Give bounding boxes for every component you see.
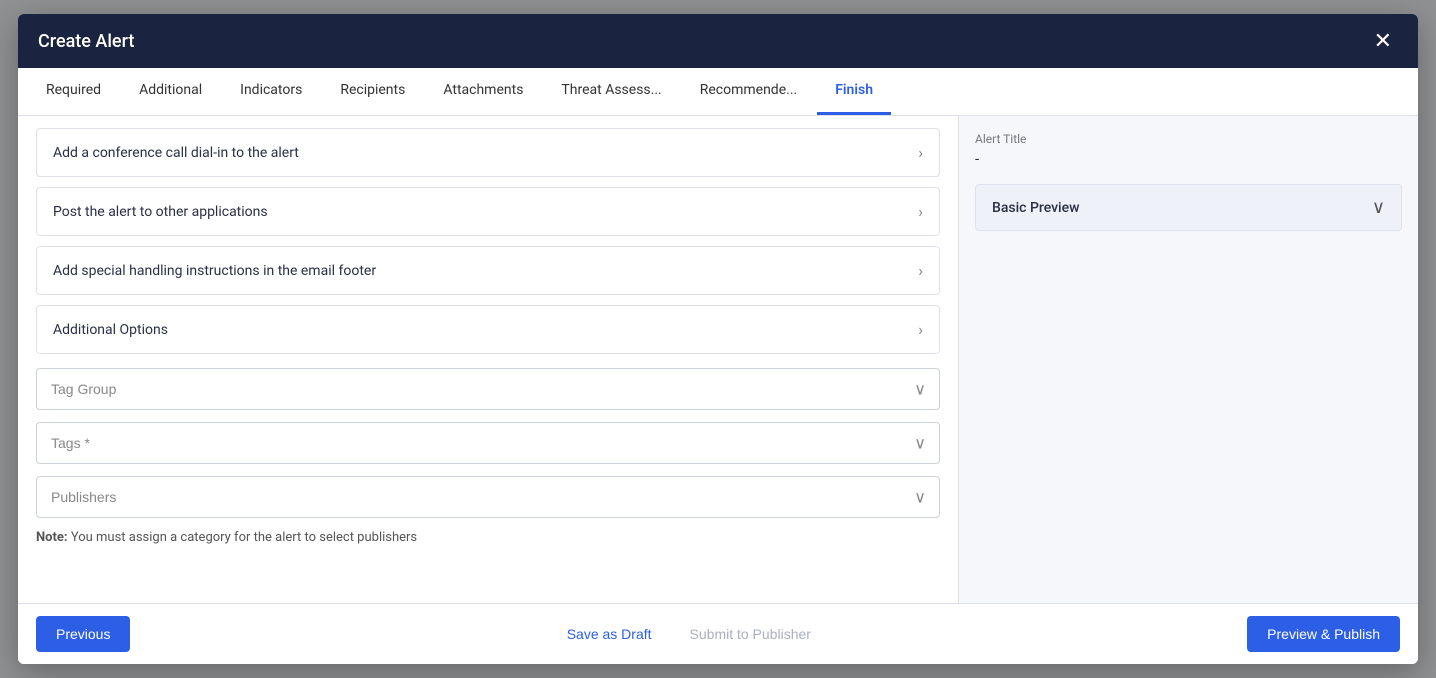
publishers-select[interactable]: Publishers — [36, 476, 940, 518]
footer: Previous Save as Draft Submit to Publish… — [18, 603, 1418, 664]
tag-group-wrapper: Tag Group ∨ — [36, 368, 940, 410]
modal-overlay: Create Alert ✕ Required Additional Indic… — [0, 0, 1436, 678]
chevron-right-icon-2: › — [918, 261, 923, 280]
submit-publisher-button: Submit to Publisher — [686, 616, 815, 652]
accordion-special-handling-label: Add special handling instructions in the… — [53, 263, 376, 279]
accordion-additional-options-label: Additional Options — [53, 322, 168, 338]
tab-required[interactable]: Required — [28, 68, 119, 115]
tabs-bar: Required Additional Indicators Recipient… — [18, 68, 1418, 116]
chevron-right-icon-1: › — [918, 202, 923, 221]
preview-publish-button[interactable]: Preview & Publish — [1247, 616, 1400, 652]
accordion-conference-call-label: Add a conference call dial-in to the ale… — [53, 145, 299, 161]
publishers-note: Note: You must assign a category for the… — [36, 530, 940, 545]
main-content: Add a conference call dial-in to the ale… — [18, 116, 958, 603]
basic-preview-chevron-icon: ∨ — [1372, 197, 1385, 218]
publishers-wrapper: Publishers ∨ — [36, 476, 940, 518]
footer-right: Preview & Publish — [1247, 616, 1400, 652]
tags-wrapper: Tags * ∨ — [36, 422, 940, 464]
close-button[interactable]: ✕ — [1368, 28, 1398, 54]
footer-center: Save as Draft Submit to Publisher — [130, 616, 1247, 652]
note-body: You must assign a category for the alert… — [68, 530, 418, 545]
alert-title-value: - — [975, 150, 1402, 168]
sidebar-panel: Alert Title - Basic Preview ∨ — [958, 116, 1418, 603]
alert-title-label: Alert Title — [975, 132, 1402, 146]
tab-indicators[interactable]: Indicators — [222, 68, 320, 115]
accordion-additional-options[interactable]: Additional Options › — [36, 305, 940, 354]
modal-header: Create Alert ✕ — [18, 14, 1418, 68]
close-icon: ✕ — [1374, 28, 1392, 53]
previous-button[interactable]: Previous — [36, 616, 130, 652]
accordion-post-alert[interactable]: Post the alert to other applications › — [36, 187, 940, 236]
chevron-right-icon-0: › — [918, 143, 923, 162]
accordion-special-handling[interactable]: Add special handling instructions in the… — [36, 246, 940, 295]
accordion-conference-call[interactable]: Add a conference call dial-in to the ale… — [36, 128, 940, 177]
tab-attachments[interactable]: Attachments — [425, 68, 541, 115]
form-section: Tag Group ∨ Tags * ∨ Publishers — [36, 368, 940, 545]
footer-left: Previous — [36, 616, 130, 652]
tags-select[interactable]: Tags * — [36, 422, 940, 464]
tab-additional[interactable]: Additional — [121, 68, 220, 115]
create-alert-modal: Create Alert ✕ Required Additional Indic… — [18, 14, 1418, 664]
modal-title: Create Alert — [38, 31, 134, 52]
tab-recommended[interactable]: Recommende... — [682, 68, 815, 115]
tab-recipients[interactable]: Recipients — [322, 68, 423, 115]
save-draft-button[interactable]: Save as Draft — [563, 616, 656, 652]
chevron-right-icon-3: › — [918, 320, 923, 339]
tab-threat-assess[interactable]: Threat Assess... — [543, 68, 679, 115]
tag-group-select[interactable]: Tag Group — [36, 368, 940, 410]
tab-finish[interactable]: Finish — [817, 68, 891, 115]
body-area: Add a conference call dial-in to the ale… — [18, 116, 1418, 603]
accordion-post-alert-label: Post the alert to other applications — [53, 204, 268, 220]
basic-preview-toggle[interactable]: Basic Preview ∨ — [975, 184, 1402, 231]
basic-preview-label: Basic Preview — [992, 200, 1080, 216]
note-bold: Note: — [36, 530, 68, 545]
